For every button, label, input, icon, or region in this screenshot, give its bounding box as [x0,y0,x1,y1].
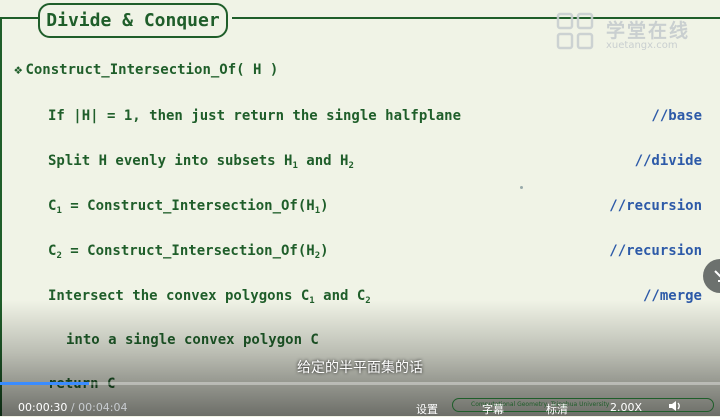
code-text: and H [297,153,349,169]
slide: Divide & Conquer 学堂在线 xuetangx.com ❖ Cons… [0,0,720,416]
code-text: ) [320,198,329,214]
comment-recursion-2: //recursion [609,243,702,259]
video-subtitle: 给定的半平面集的话 [297,360,423,376]
time-display: 00:00:30 / 00:04:04 [18,401,128,414]
code-text: = Construct_Intersection_Of(H [61,243,315,259]
code-line-base: If |H| = 1, then just return the single … [48,108,461,124]
code-text: If |H| = 1, then just return the single … [48,108,462,124]
logo-subtext: xuetangx.com [606,40,678,51]
code-text: ) [320,243,329,259]
settings-button[interactable]: 设置 [416,401,438,417]
subscript: 2 [365,296,371,306]
frame-line [0,17,40,19]
code-text: into a single convex polygon C [66,332,319,348]
code-text: and C [314,288,366,304]
comment-recursion-1: //recursion [609,198,702,214]
expand-arrow-icon [714,270,720,282]
logo-text: 学堂在线 [606,20,691,42]
speed-button[interactable]: 2.00X [610,401,642,414]
diamond-bullet-icon: ❖ [14,62,23,78]
progress-bar[interactable] [0,382,720,385]
time-separator: / [67,401,79,414]
captions-button[interactable]: 字幕 [482,401,504,417]
comment-merge: //merge [642,288,702,304]
slide-title-box: Divide & Conquer [38,3,228,38]
stray-dot [520,186,523,189]
code-line-merge: Intersect the convex polygons C1 and C2 [48,288,371,306]
comment-base: //base [651,108,702,124]
heading-text: Construct_Intersection_Of( H ) [25,62,279,78]
subscript: 2 [348,161,354,171]
code-text: Intersect the convex polygons C [48,288,310,304]
code-line-divide: Split H evenly into subsets H1 and H2 [48,153,354,171]
comment-divide: //divide [634,153,702,169]
slide-title: Divide & Conquer [46,10,220,31]
code-line-merge-cont: into a single convex polygon C [66,332,319,348]
code-text: = Construct_Intersection_Of(H [61,198,315,214]
current-time: 00:00:30 [18,401,68,414]
quality-button[interactable]: 标清 [546,401,568,417]
code-line-recursion-1: C1 = Construct_Intersection_Of(H1) [48,198,329,216]
code-text: Split H evenly into subsets H [48,153,293,169]
progress-bar-fill [0,382,89,385]
volume-icon[interactable] [668,400,682,412]
algorithm-heading: ❖ Construct_Intersection_Of( H ) [14,62,278,78]
duration: 00:04:04 [78,401,128,414]
code-line-recursion-2: C2 = Construct_Intersection_Of(H2) [48,243,329,261]
